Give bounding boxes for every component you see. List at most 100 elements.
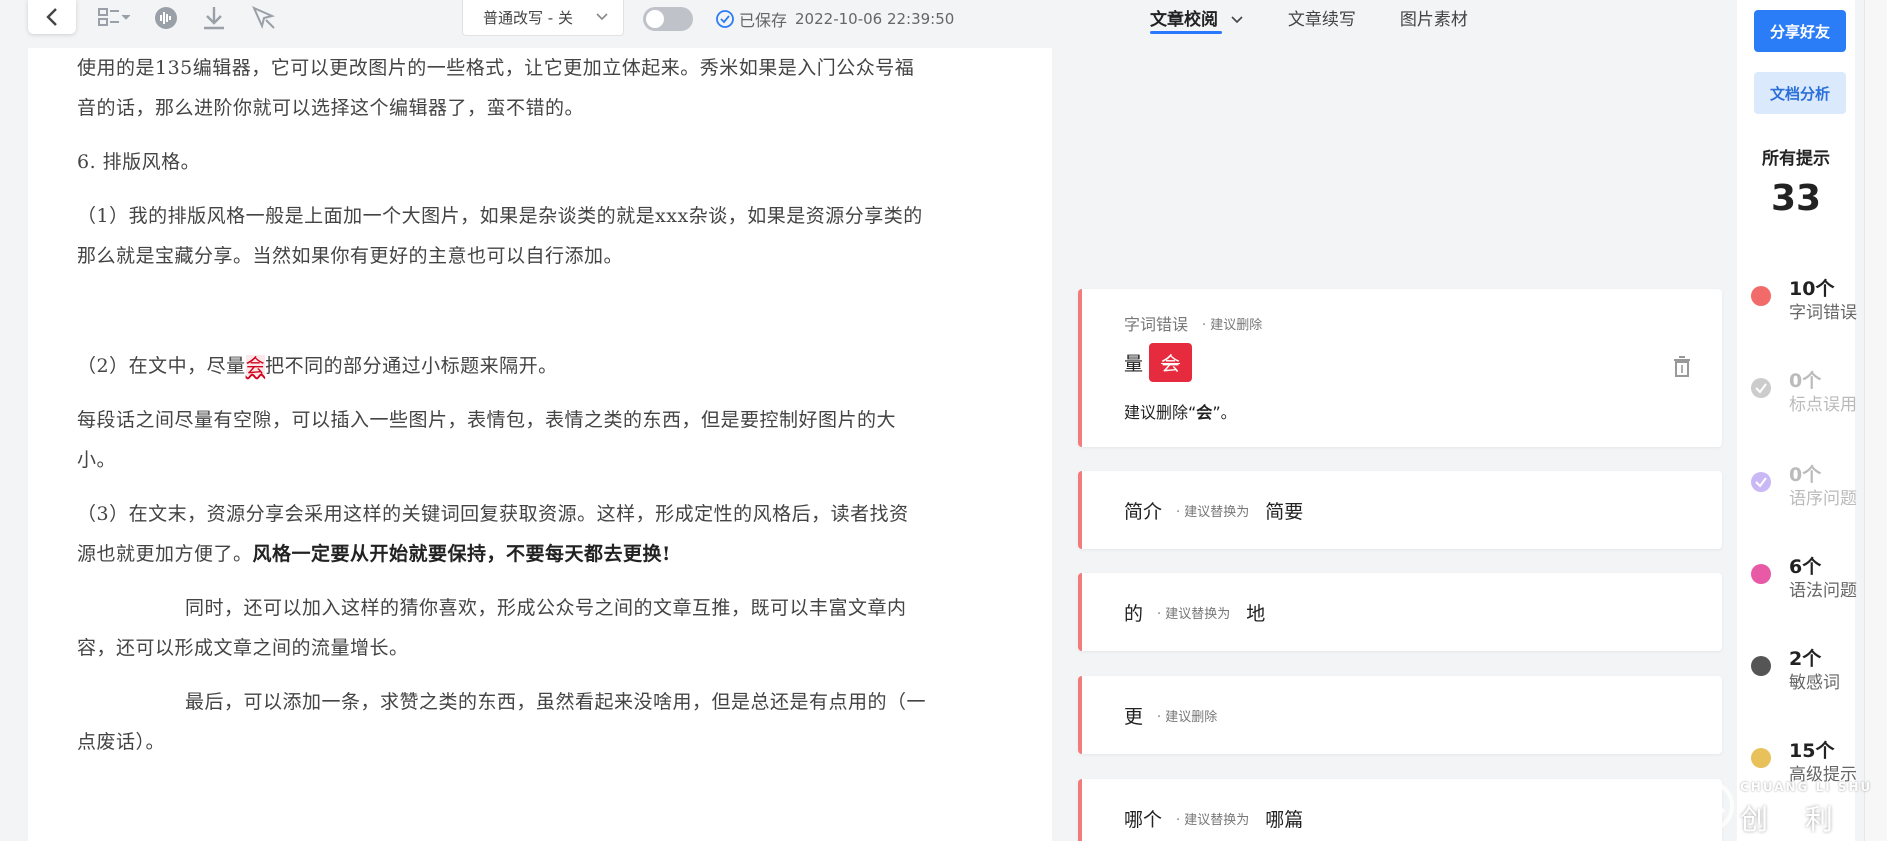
saved-time: 2022-10-06 22:39:50 (795, 10, 955, 28)
paragraph-line: 小。 (77, 449, 117, 471)
suggestion-card[interactable]: 简介 · 建议替换为 简要 (1078, 471, 1722, 549)
stats-sidebar: 分享好友 文档分析 所有提示 33 10个 字词错误 0个 标点误用 0个 语序… (1737, 0, 1857, 841)
stat-label: 语序问题 (1789, 489, 1857, 509)
suggestion-hint: · 建议删除 (1157, 710, 1218, 725)
download-icon[interactable] (200, 4, 230, 32)
suggestion-card[interactable]: 的 · 建议替换为 地 (1078, 573, 1722, 651)
suggestion-word: 哪个 (1124, 809, 1163, 831)
suggestion-replacement: 哪篇 (1265, 809, 1304, 831)
suggestion-hint: · 建议删除 (1202, 317, 1263, 333)
suggestion-word: 简介 (1124, 501, 1163, 523)
tab-continue-writing[interactable]: 文章续写 (1288, 0, 1356, 36)
chevron-down-icon (596, 13, 608, 21)
stat-label: 字词错误 (1789, 303, 1857, 323)
text-segment: 把不同的部分通过小标题来隔开。 (265, 355, 558, 377)
suggestion-hint: · 建议替换为 (1176, 505, 1250, 520)
stat-count: 0个 (1789, 370, 1822, 392)
suggestion-advice: 建议删除“会”。 (1124, 399, 1237, 423)
paragraph-line: 音的话，那么进阶你就可以选择这个编辑器了，蛮不错的。 (77, 97, 585, 119)
text-segment: （2）在文中，尽量 (77, 355, 246, 377)
stat-count: 2个 (1789, 648, 1822, 670)
paragraph-line: 使用的是135编辑器，它可以更改图片的一些格式，让它更加立体起来。秀米如果是入门… (77, 57, 915, 79)
paragraph-line: 容，还可以形成文章之间的流量增长。 (77, 637, 409, 659)
stat-count: 15个 (1789, 740, 1835, 762)
top-toolbar: 普通改写 - 关 已保存 2022-10-06 22:39:50 (0, 0, 1060, 40)
total-hints-label: 所有提示 (1762, 149, 1830, 169)
panel-tabs: 文章校阅 文章续写 图片素材 (1150, 0, 1512, 36)
rewrite-toggle[interactable] (643, 7, 693, 31)
suggestion-card[interactable]: 更 · 建议删除 (1078, 676, 1722, 754)
suggestion-hint: · 建议替换为 (1176, 813, 1250, 828)
paragraph-line: 每段话之间尽量有空隙，可以插入一些图片，表情包，表情之类的东西，但是要控制好图片… (77, 409, 897, 431)
paragraph-line: 同时，还可以加入这样的猜你喜欢，形成公众号之间的文章互推，既可以丰富文章内 (185, 597, 907, 619)
back-button[interactable] (28, 0, 76, 34)
advice-text: 建议删除“ (1124, 403, 1197, 422)
paragraph-line: 6. 排版风格。 (77, 151, 201, 173)
paragraph-line: 点废话）。 (77, 731, 166, 753)
chevron-left-icon (46, 8, 57, 26)
stat-label: 标点误用 (1789, 395, 1857, 415)
document-analysis-button[interactable]: 文档分析 (1754, 72, 1846, 114)
saved-label: 已保存 (739, 11, 788, 30)
suggestion-word: 量 (1124, 353, 1144, 375)
magic-pen-icon[interactable] (250, 4, 280, 32)
suggestion-word: 更 (1124, 706, 1144, 728)
status-dot (1751, 656, 1771, 676)
suggestion-card[interactable]: 哪个 · 建议替换为 哪篇 (1078, 779, 1722, 841)
stat-sensitive-words[interactable]: 2个 敏感词 (1751, 644, 1855, 694)
paragraph-line: 源也就更加方便了。风格一定要从开始就要保持，不要每天都去更换! (77, 534, 1007, 574)
status-dot (1751, 748, 1771, 768)
watermark-text: CHUANG LI SHU (1740, 780, 1873, 794)
logo-icon (1682, 780, 1734, 832)
stat-label: 敏感词 (1789, 673, 1840, 693)
paragraph-line: （3）在文末，资源分享会采用这样的关键词回复获取资源。这样，形成定性的风格后，读… (77, 503, 909, 525)
bold-text: 风格一定要从开始就要保持，不要每天都去更换! (252, 543, 671, 565)
status-dot (1751, 564, 1771, 584)
share-button[interactable]: 分享好友 (1754, 10, 1846, 52)
check-circle-icon (1751, 472, 1771, 492)
paragraph-line: 最后，可以添加一条，求赞之类的东西，虽然看起来没啥用，但是总还是有点用的（一 (185, 691, 927, 713)
tab-image-assets[interactable]: 图片素材 (1400, 0, 1468, 36)
suggestion-replacement: 简要 (1265, 501, 1304, 523)
paragraph-line: （2）在文中，尽量会把不同的部分通过小标题来隔开。 (77, 346, 1007, 386)
stat-punctuation[interactable]: 0个 标点误用 (1751, 366, 1857, 416)
error-mark[interactable]: 会 (245, 355, 266, 377)
check-circle-icon (716, 10, 734, 28)
trash-icon[interactable] (1672, 355, 1692, 379)
stat-word-order[interactable]: 0个 语序问题 (1751, 460, 1857, 510)
advice-word: 会 (1196, 403, 1213, 422)
tab-label: 图片素材 (1399, 10, 1468, 30)
document-editor[interactable]: 使用的是135编辑器，它可以更改图片的一些格式，让它更加立体起来。秀米如果是入门… (28, 48, 1052, 841)
deleted-char-tag[interactable]: 会 (1149, 343, 1193, 382)
saved-status: 已保存 2022-10-06 22:39:50 (715, 7, 954, 31)
suggestion-card-expanded[interactable]: 字词错误 · 建议删除 量 会 建议删除“会”。 (1078, 289, 1722, 447)
watermark-text: 创 利 树 (1740, 803, 1847, 836)
chevron-down-icon (1231, 16, 1243, 24)
check-circle-icon (1751, 378, 1771, 398)
tab-label: 文章校阅 (1150, 10, 1218, 30)
paragraph-line: （1）我的排版风格一般是上面加一个大图片，如果是杂谈类的就是xxx杂谈，如果是资… (77, 205, 923, 227)
stat-count: 10个 (1789, 278, 1835, 300)
stat-word-errors[interactable]: 10个 字词错误 (1751, 274, 1857, 324)
stat-grammar[interactable]: 6个 语法问题 (1751, 552, 1857, 602)
suggestion-word: 的 (1124, 603, 1144, 625)
suggestion-category: 字词错误 (1124, 315, 1189, 334)
stat-count: 6个 (1789, 556, 1822, 578)
stat-label: 语法问题 (1789, 581, 1857, 601)
tab-proofread[interactable]: 文章校阅 (1150, 0, 1244, 36)
tab-label: 文章续写 (1287, 10, 1356, 30)
watermark-logo: CHUANG LI SHU 创 利 树 (1680, 778, 1880, 838)
text-segment: 源也就更加方便了。 (77, 543, 253, 565)
audio-wave-icon[interactable] (152, 4, 182, 32)
window-edge (1864, 0, 1887, 841)
layout-menu-icon[interactable] (97, 4, 131, 32)
suggestion-replacement: 地 (1246, 603, 1266, 625)
suggestion-hint: · 建议替换为 (1157, 607, 1231, 622)
toggle-knob (646, 10, 664, 28)
status-dot (1751, 286, 1771, 306)
paragraph-line: 那么就是宝藏分享。当然如果你有更好的主意也可以自行添加。 (77, 245, 624, 267)
app-window: 普通改写 - 关 已保存 2022-10-06 22:39:50 使用的是135… (0, 0, 1887, 841)
rewrite-mode-value: 普通改写 - 关 (483, 9, 573, 27)
rewrite-mode-select[interactable]: 普通改写 - 关 (462, 0, 624, 36)
total-hints-count: 33 (1770, 178, 1822, 219)
